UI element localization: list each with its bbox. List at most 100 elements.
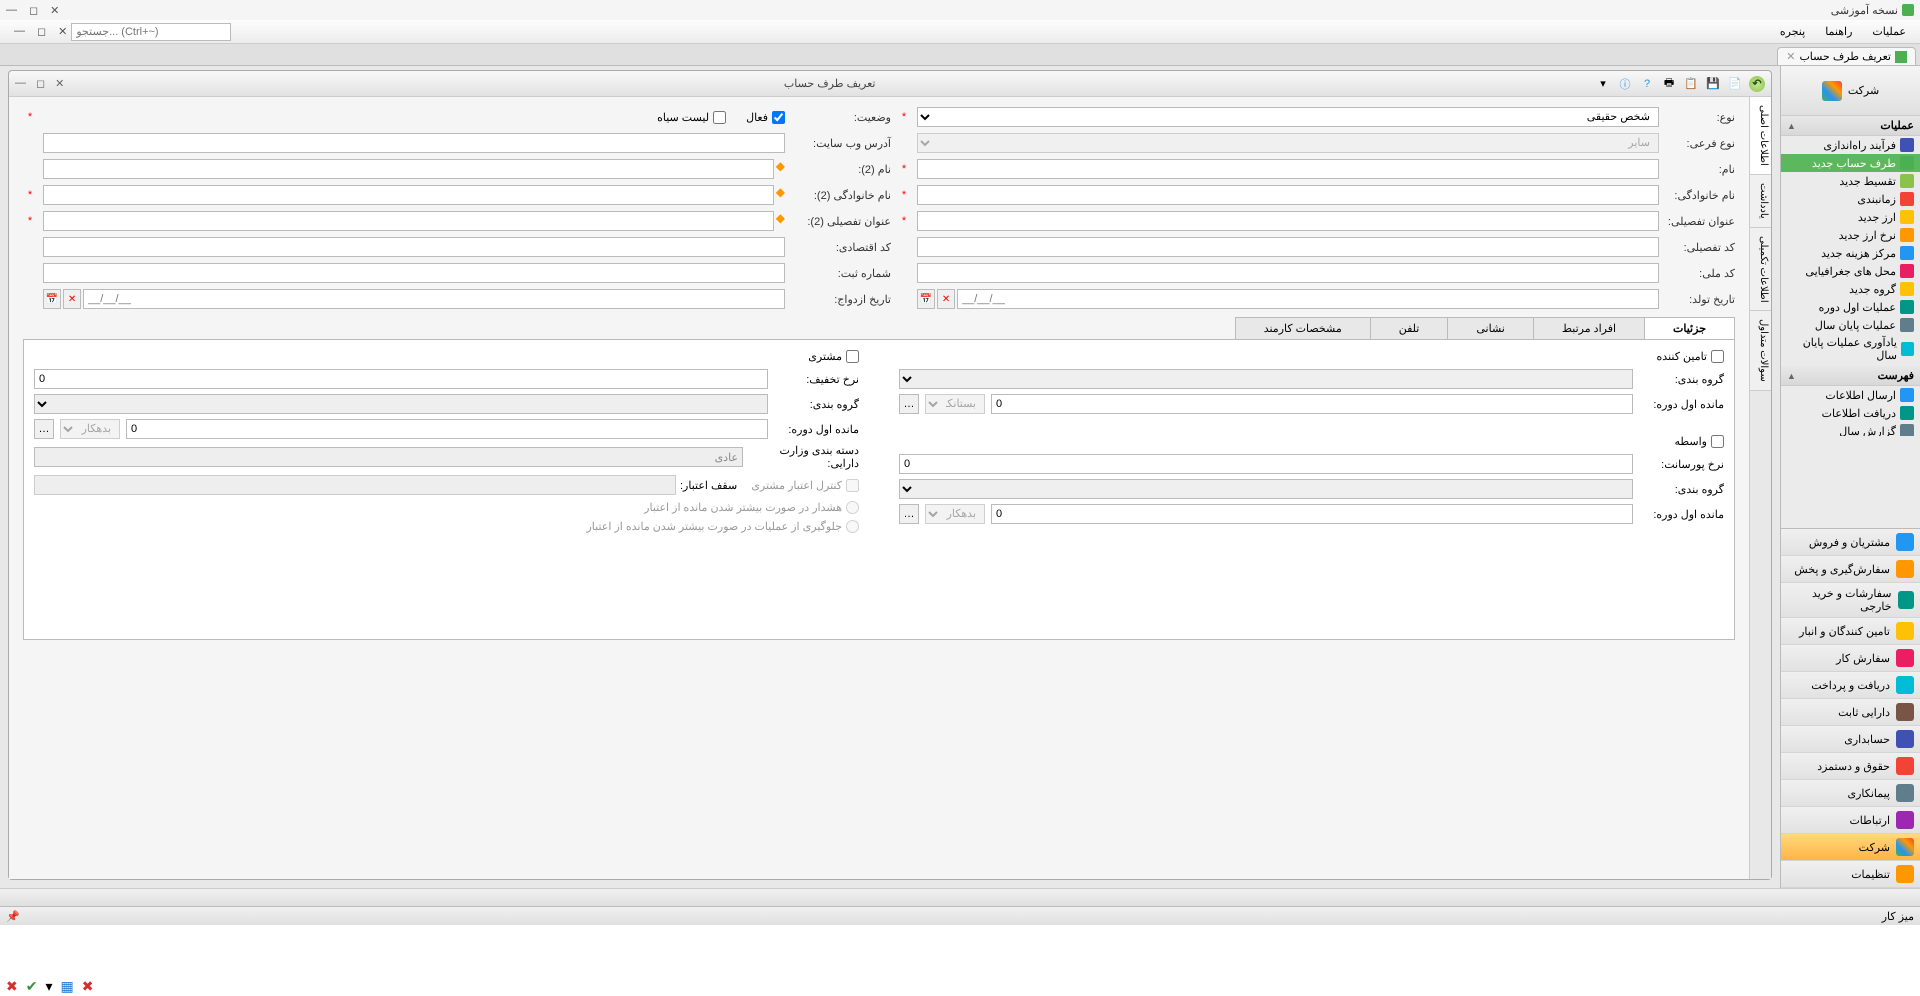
search-input[interactable]: [71, 23, 231, 41]
subtab-address[interactable]: نشانی: [1447, 317, 1533, 339]
supplier-balance-input[interactable]: [991, 394, 1633, 414]
lookup-button[interactable]: …: [34, 419, 54, 439]
help-icon[interactable]: ?: [1639, 76, 1655, 92]
lookup-button[interactable]: …: [899, 504, 919, 524]
dropdown-icon[interactable]: ▾: [1595, 76, 1611, 92]
family-input[interactable]: [917, 185, 1659, 205]
subtab-phone[interactable]: تلفن: [1370, 317, 1449, 339]
intermediary-checkbox[interactable]: [1711, 435, 1724, 448]
ops-item[interactable]: فرآیند راه‌اندازی: [1781, 136, 1920, 154]
side-tab-extra[interactable]: اطلاعات تکمیلی: [1750, 228, 1771, 312]
ops-item[interactable]: زمانبندی: [1781, 190, 1920, 208]
close-icon[interactable]: ✕: [58, 25, 67, 38]
supplier-checkbox[interactable]: [1711, 350, 1724, 363]
info-icon[interactable]: ⓘ: [1617, 76, 1633, 92]
website-input[interactable]: [43, 133, 785, 153]
module-sales[interactable]: مشتریان و فروش: [1781, 529, 1920, 556]
customer-checkbox[interactable]: [846, 350, 859, 363]
calendar-icon[interactable]: 📅: [917, 289, 935, 309]
minimize-icon[interactable]: —: [14, 25, 25, 38]
customer-balance-input[interactable]: [126, 419, 768, 439]
detail-title-input[interactable]: [917, 211, 1659, 231]
list-item[interactable]: گزارش سال: [1781, 422, 1920, 436]
menu-operations[interactable]: عملیات: [1864, 23, 1914, 40]
delete-icon[interactable]: ✖: [82, 978, 94, 995]
subtab-details[interactable]: جزئیات: [1644, 317, 1735, 339]
clear-icon[interactable]: ✕: [63, 289, 81, 309]
module-work-order[interactable]: سفارش کار: [1781, 645, 1920, 672]
eco-code-input[interactable]: [43, 237, 785, 257]
maximize-icon[interactable]: ◻: [36, 77, 45, 90]
module-receipt-payment[interactable]: دریافت و پرداخت: [1781, 672, 1920, 699]
minimize-icon[interactable]: —: [15, 77, 26, 90]
ops-item[interactable]: عملیات اول دوره: [1781, 298, 1920, 316]
ops-item[interactable]: گروه جدید: [1781, 280, 1920, 298]
ops-item[interactable]: یادآوری عملیات پایان سال: [1781, 334, 1920, 364]
ops-item[interactable]: تقسیط جدید: [1781, 172, 1920, 190]
maximize-icon[interactable]: ◻: [29, 4, 38, 17]
module-fixed-asset[interactable]: دارایی ثابت: [1781, 699, 1920, 726]
side-tab-note[interactable]: یادداشت: [1750, 175, 1771, 228]
list-item[interactable]: ارسال اطلاعات: [1781, 386, 1920, 404]
menu-help[interactable]: راهنما: [1817, 23, 1860, 40]
module-company[interactable]: شرکت: [1781, 834, 1920, 861]
close-icon[interactable]: ✕: [50, 4, 59, 17]
save-icon[interactable]: 💾: [1705, 76, 1721, 92]
ops-item[interactable]: محل های جغرافیایی: [1781, 262, 1920, 280]
family2-input[interactable]: [43, 185, 774, 205]
list-item[interactable]: دریافت اطلاعات: [1781, 404, 1920, 422]
ops-item[interactable]: نرخ ارز جدید: [1781, 226, 1920, 244]
back-arrow-icon[interactable]: ↶: [1749, 76, 1765, 92]
birth-date-input[interactable]: [957, 289, 1659, 309]
accept-icon[interactable]: ✔: [26, 978, 38, 995]
subtab-related[interactable]: افراد مرتبط: [1533, 317, 1645, 339]
clear-icon[interactable]: ✕: [937, 289, 955, 309]
reject-icon[interactable]: ✖: [6, 978, 18, 995]
discount-input[interactable]: [34, 369, 768, 389]
print-icon[interactable]: 🖶: [1661, 76, 1677, 92]
marriage-date-input[interactable]: [83, 289, 785, 309]
ops-section-header[interactable]: عملیات ▲: [1781, 116, 1920, 136]
commission-input[interactable]: [899, 454, 1633, 474]
module-accounting[interactable]: حسابداری: [1781, 726, 1920, 753]
grid-icon[interactable]: ▦: [61, 978, 74, 995]
side-tab-main-info[interactable]: اطلاعات اصلی: [1750, 97, 1771, 175]
intermediary-balance-input[interactable]: [991, 504, 1633, 524]
customer-grouping-select[interactable]: [34, 394, 768, 414]
ops-item-active[interactable]: طرف حساب جدید: [1781, 154, 1920, 172]
national-code-input[interactable]: [917, 263, 1659, 283]
dropdown-icon[interactable]: ▾: [45, 978, 52, 995]
ops-item[interactable]: ارز جدید: [1781, 208, 1920, 226]
type-select[interactable]: شخص حقیقی: [917, 107, 1659, 127]
name-input[interactable]: [917, 159, 1659, 179]
module-communications[interactable]: ارتباطات: [1781, 807, 1920, 834]
detail-code-input[interactable]: [917, 237, 1659, 257]
lookup-button[interactable]: …: [899, 394, 919, 414]
minimize-icon[interactable]: —: [6, 4, 17, 17]
subtab-employee[interactable]: مشخصات کارمند: [1235, 317, 1371, 339]
list-section-header[interactable]: فهرست ▲: [1781, 366, 1920, 386]
side-tab-faq[interactable]: سوالات متداول: [1750, 311, 1771, 391]
module-suppliers[interactable]: تامین کنندگان و انبار: [1781, 618, 1920, 645]
module-payroll[interactable]: حقوق و دستمزد: [1781, 753, 1920, 780]
detail-title2-input[interactable]: [43, 211, 774, 231]
ops-item[interactable]: مرکز هزینه جدید: [1781, 244, 1920, 262]
reg-no-input[interactable]: [43, 263, 785, 283]
supplier-grouping-select[interactable]: [899, 369, 1633, 389]
intermediary-grouping-select[interactable]: [899, 479, 1633, 499]
ops-item[interactable]: عملیات پایان سال: [1781, 316, 1920, 334]
tab-define-account[interactable]: تعریف طرف حساب ✕: [1777, 47, 1916, 65]
save-new-icon[interactable]: 📋: [1683, 76, 1699, 92]
maximize-icon[interactable]: ◻: [37, 25, 46, 38]
active-checkbox[interactable]: [772, 111, 785, 124]
new-icon[interactable]: 📄: [1727, 76, 1743, 92]
blacklist-checkbox[interactable]: [713, 111, 726, 124]
close-icon[interactable]: ✕: [1786, 50, 1795, 63]
menu-window[interactable]: پنجره: [1772, 23, 1813, 40]
name2-input[interactable]: [43, 159, 774, 179]
module-foreign-purchase[interactable]: سفارشات و خرید خارجی: [1781, 583, 1920, 618]
calendar-icon[interactable]: 📅: [43, 289, 61, 309]
module-contracting[interactable]: پیمانکاری: [1781, 780, 1920, 807]
close-icon[interactable]: ✕: [55, 77, 64, 90]
module-ordering[interactable]: سفارش‌گیری و پخش: [1781, 556, 1920, 583]
